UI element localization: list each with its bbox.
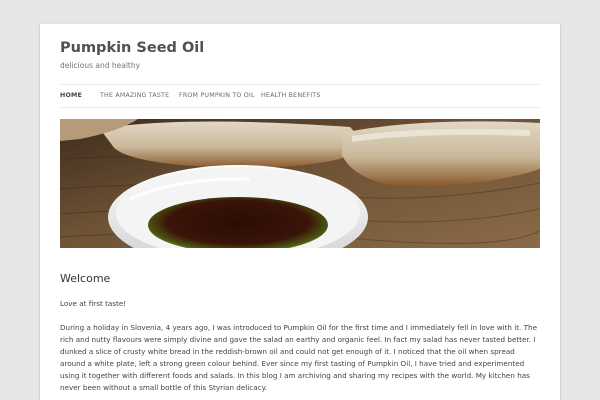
- post-paragraph-2: During a holiday in Slovenia, 4 years ag…: [60, 323, 537, 392]
- nav-item-health-benefits[interactable]: HEALTH BENEFITS: [261, 92, 321, 99]
- header-image[interactable]: [60, 119, 540, 248]
- post-title[interactable]: Welcome: [60, 272, 110, 286]
- main-navigation: HOME THE AMAZING TASTE FROM PUMPKIN TO O…: [60, 84, 540, 108]
- site-title[interactable]: Pumpkin Seed Oil: [60, 38, 204, 58]
- nav-item-the-amazing-taste[interactable]: THE AMAZING TASTE: [100, 92, 169, 99]
- nav-item-home[interactable]: HOME: [60, 92, 82, 99]
- nav-item-from-pumpkin-to-oil[interactable]: FROM PUMPKIN TO OIL: [179, 92, 255, 99]
- site-description: delicious and healthy: [60, 61, 141, 70]
- page-container: Pumpkin Seed Oil delicious and healthy H…: [40, 24, 560, 400]
- post-paragraph-1: Love at first taste!: [60, 299, 127, 308]
